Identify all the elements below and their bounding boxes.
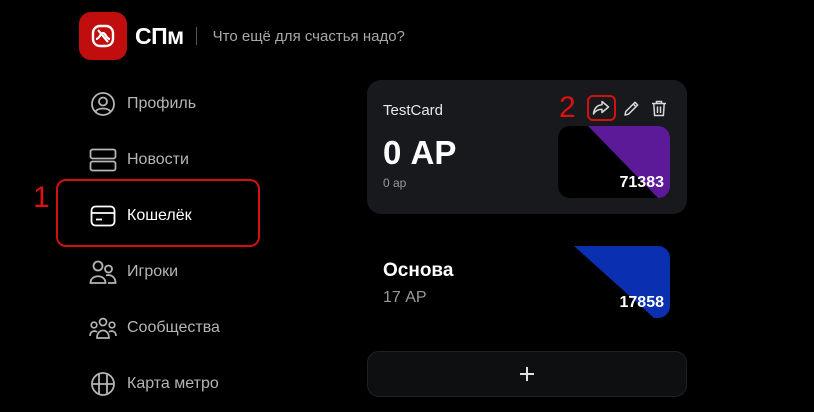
card-balance-sub: 0 ар xyxy=(383,176,407,190)
header-divider xyxy=(195,27,197,45)
annotation-marker-2: 2 xyxy=(559,91,576,124)
edit-button[interactable] xyxy=(619,96,643,120)
user-circle-icon xyxy=(89,90,117,118)
card-visual[interactable]: 71383 xyxy=(558,126,670,198)
card-balance: 0 АР xyxy=(383,134,457,171)
sidebar-item-label: Новости xyxy=(127,151,189,168)
share-icon xyxy=(592,100,610,115)
card-balance: 17 АР xyxy=(383,289,427,306)
add-card-button[interactable] xyxy=(367,351,687,397)
metro-map-icon xyxy=(89,370,117,398)
trash-icon xyxy=(652,100,666,116)
card-number: 71383 xyxy=(619,174,665,191)
card-name: TestCard xyxy=(383,102,444,119)
sidebar-item-label: Карта метро xyxy=(127,375,219,392)
news-icon xyxy=(89,146,117,174)
logo-icon xyxy=(91,24,115,48)
edit-icon xyxy=(623,101,638,116)
plus-icon xyxy=(520,367,534,381)
annotation-marker-1: 1 xyxy=(33,181,50,214)
sidebar-item-label: Профиль xyxy=(127,95,197,112)
app-header: СПм Что ещё для счастья надо? xyxy=(79,12,405,60)
community-icon xyxy=(89,314,117,342)
users-icon xyxy=(89,258,117,286)
card-visual[interactable]: 17858 xyxy=(558,246,670,318)
card-name: Основа xyxy=(383,260,454,281)
sidebar-item-communities[interactable]: Сообщества xyxy=(89,300,259,356)
sidebar-item-label: Сообщества xyxy=(127,319,220,336)
app-logo[interactable] xyxy=(79,12,127,60)
card-number: 17858 xyxy=(619,294,665,311)
sidebar-item-label: Игроки xyxy=(127,263,179,280)
sidebar-item-metro-map[interactable]: Карта метро xyxy=(89,356,259,412)
delete-button[interactable] xyxy=(647,96,671,120)
app-tagline: Что ещё для счастья надо? xyxy=(212,27,405,45)
share-button[interactable] xyxy=(589,96,613,120)
sidebar-item-profile[interactable]: Профиль xyxy=(89,76,259,132)
app-title: СПм xyxy=(135,22,184,49)
sidebar-item-players[interactable]: Игроки xyxy=(89,244,259,300)
annotation-highlight-1 xyxy=(56,179,260,247)
